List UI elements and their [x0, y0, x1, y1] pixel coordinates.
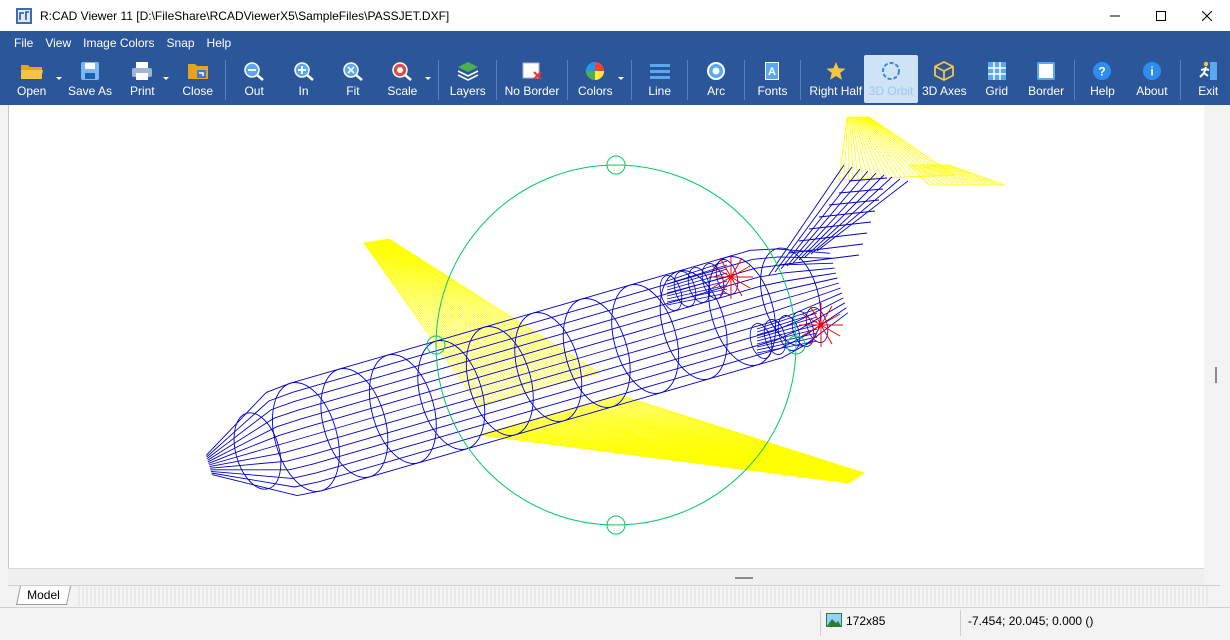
toolbar-separator: [800, 60, 802, 100]
title-bar: R:CAD Viewer 11 [D:\FileShare\RCADViewer…: [0, 0, 1230, 31]
cube-icon: [934, 61, 955, 81]
help-button[interactable]: ? Help: [1081, 55, 1124, 103]
3d-orbit-button[interactable]: 3D Orbit: [864, 55, 918, 103]
maximize-button[interactable]: [1138, 0, 1184, 31]
open-button[interactable]: Open: [8, 55, 63, 103]
orbit-icon: [882, 62, 900, 80]
color-wheel-icon: [586, 61, 605, 81]
drawing-canvas[interactable]: [8, 105, 1204, 568]
layout-tabs: Model: [8, 585, 1220, 607]
cursor-coordinates: -7.454; 20.045; 0.000 (): [968, 614, 1094, 628]
arc-icon: [707, 62, 726, 80]
app-icon: [16, 7, 32, 24]
status-divider: [960, 610, 961, 636]
save-icon: [80, 62, 99, 80]
no-border-icon: [522, 62, 542, 80]
splitter-grip[interactable]: [735, 577, 753, 579]
maximize-icon: [1156, 10, 1166, 21]
font-icon: A: [765, 62, 780, 80]
fonts-button[interactable]: A Fonts: [751, 55, 794, 103]
svg-text:i: i: [1150, 65, 1153, 79]
zoom-in-button[interactable]: In: [282, 55, 325, 103]
folder-open-icon: [20, 65, 43, 79]
zoom-fit-button[interactable]: Fit: [331, 55, 374, 103]
menu-file[interactable]: File: [8, 31, 39, 55]
tab-model[interactable]: Model: [15, 586, 71, 605]
close-file-button[interactable]: Close: [176, 55, 219, 103]
toolbar-separator: [566, 60, 568, 100]
grid-button[interactable]: Grid: [975, 55, 1018, 103]
printer-icon: [132, 62, 153, 80]
toolbar-separator: [496, 60, 498, 100]
toolbar-separator: [1073, 60, 1075, 100]
scale-icon: [392, 62, 413, 81]
orbit-circle[interactable]: [426, 155, 806, 535]
layers-icon: [457, 62, 479, 81]
vertical-scrollbar[interactable]: [1204, 105, 1230, 585]
border-button[interactable]: Border: [1024, 55, 1067, 103]
image-size: 172x85: [846, 614, 886, 628]
right-half-button[interactable]: Right Half: [807, 55, 864, 103]
cad-drawing[interactable]: [9, 105, 1205, 568]
toolbar: Open Save As Print Close Out In Fit Scal…: [0, 55, 1230, 105]
image-icon: [826, 613, 842, 627]
close-icon: [1202, 10, 1212, 21]
exit-running-icon: [1199, 61, 1218, 80]
help-icon: ?: [1093, 62, 1112, 80]
status-divider: [820, 610, 821, 636]
about-button[interactable]: i About: [1130, 55, 1173, 103]
border-icon: [1037, 62, 1056, 80]
zoom-fit-icon: [343, 62, 363, 81]
toolbar-separator: [631, 60, 632, 100]
line-icon: [649, 64, 670, 79]
info-icon: i: [1142, 62, 1161, 80]
minimize-button[interactable]: [1092, 0, 1138, 31]
menu-image-colors[interactable]: Image Colors: [77, 31, 160, 55]
3d-axes-button[interactable]: 3D Axes: [920, 55, 969, 103]
zoom-out-button[interactable]: Out: [232, 55, 275, 103]
dropdown-arrow-icon[interactable]: [617, 74, 625, 82]
svg-text:?: ?: [1099, 65, 1106, 79]
scrollbar-grip[interactable]: [1215, 367, 1217, 383]
menu-view[interactable]: View: [39, 31, 77, 55]
toolbar-separator: [687, 60, 689, 100]
window-title: R:CAD Viewer 11 [D:\FileShare\RCADViewer…: [40, 8, 450, 23]
menu-snap[interactable]: Snap: [161, 31, 201, 55]
toolbar-separator: [1179, 60, 1181, 100]
close-folder-icon: [187, 64, 208, 79]
save-as-button[interactable]: Save As: [61, 55, 118, 103]
svg-text:A: A: [768, 66, 776, 78]
status-bar: 172x85 -7.454; 20.045; 0.000 (): [0, 607, 1230, 640]
exit-button[interactable]: Exit: [1187, 55, 1230, 103]
line-button[interactable]: Line: [638, 55, 681, 103]
colors-button[interactable]: Colors: [574, 55, 624, 103]
grid-icon: [987, 62, 1006, 80]
scale-button[interactable]: Scale: [381, 55, 432, 103]
splitter-bar[interactable]: [8, 568, 1204, 585]
no-border-button[interactable]: No Border: [503, 55, 560, 103]
toolbar-separator: [743, 60, 745, 100]
star-icon: [826, 62, 846, 80]
minimize-icon: [1110, 15, 1120, 16]
menu-help[interactable]: Help: [201, 31, 238, 55]
arc-button[interactable]: Arc: [694, 55, 737, 103]
wing-wireframe: [363, 116, 1005, 484]
dropdown-arrow-icon[interactable]: [424, 74, 432, 82]
print-button[interactable]: Print: [123, 55, 170, 103]
tab-strip-fill: [78, 587, 1208, 605]
zoom-out-icon: [244, 62, 264, 81]
toolbar-separator: [438, 60, 440, 100]
menu-bar: File View Image Colors Snap Help: [0, 31, 1230, 55]
toolbar-separator: [225, 60, 227, 100]
layers-button[interactable]: Layers: [445, 55, 490, 103]
dropdown-arrow-icon[interactable]: [162, 74, 170, 82]
close-window-button[interactable]: [1184, 0, 1230, 31]
zoom-in-icon: [293, 62, 314, 81]
